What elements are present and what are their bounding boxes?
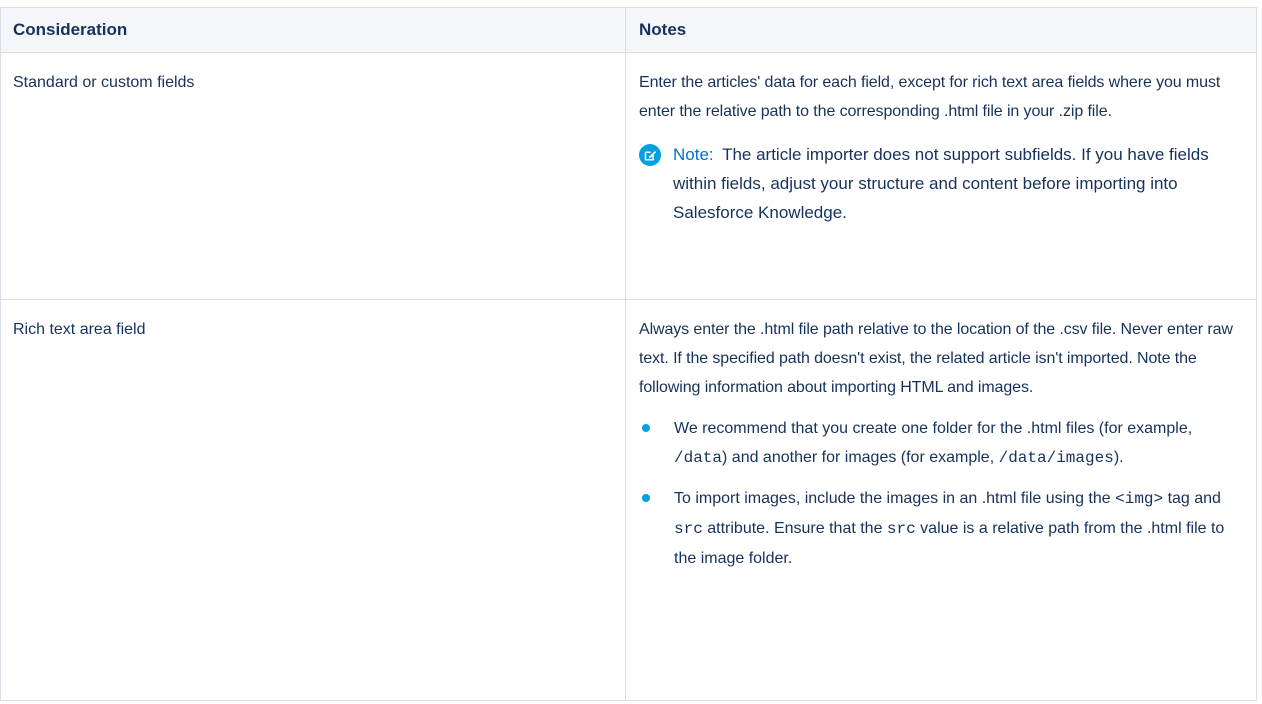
bullet-text-part: To import images, include the images in … bbox=[674, 490, 1116, 507]
table-row: Rich text area field Always enter the .h… bbox=[0, 299, 1257, 701]
code-src-attribute: src bbox=[674, 520, 703, 538]
note-edit-icon bbox=[639, 144, 661, 166]
header-notes: Notes bbox=[625, 7, 1257, 53]
code-img-tag: <img> bbox=[1115, 490, 1164, 508]
consideration-cell: Standard or custom fields bbox=[0, 52, 626, 300]
bullet-text-part: ). bbox=[1113, 449, 1124, 466]
code-src-value: src bbox=[886, 520, 916, 538]
table-row: Standard or custom fields Enter the arti… bbox=[0, 52, 1257, 300]
notes-paragraph: Enter the articles' data for each field,… bbox=[639, 74, 1221, 120]
notes-cell: Enter the articles' data for each field,… bbox=[625, 52, 1257, 300]
bullet-text-part: We recommend that you create one folder … bbox=[674, 420, 1193, 437]
bullet-icon bbox=[642, 424, 650, 432]
code-path-images: /data/images bbox=[998, 449, 1114, 467]
bullet-text: We recommend that you create one folder … bbox=[674, 414, 1246, 473]
note-callout: Note: The article importer does not supp… bbox=[639, 140, 1246, 227]
notes-cell: Always enter the .html file path relativ… bbox=[625, 299, 1257, 701]
table-header-row: Consideration Notes bbox=[0, 7, 1257, 53]
bullet-text-part: tag and bbox=[1163, 490, 1221, 507]
note-label: Note: bbox=[673, 145, 714, 164]
code-path-data: /data bbox=[674, 449, 723, 467]
list-item: To import images, include the images in … bbox=[639, 484, 1246, 573]
consideration-cell: Rich text area field bbox=[0, 299, 626, 701]
notes-paragraph: Always enter the .html file path relativ… bbox=[639, 321, 1233, 396]
list-item: We recommend that you create one folder … bbox=[639, 414, 1246, 473]
bullet-text-part: attribute. Ensure that the bbox=[702, 520, 887, 537]
considerations-table: Consideration Notes Standard or custom f… bbox=[0, 7, 1257, 701]
header-consideration: Consideration bbox=[0, 7, 626, 53]
note-text: Note: The article importer does not supp… bbox=[673, 140, 1246, 227]
note-body: The article importer does not support su… bbox=[673, 145, 1209, 222]
bullet-text: To import images, include the images in … bbox=[674, 484, 1246, 573]
bullet-list: We recommend that you create one folder … bbox=[639, 414, 1246, 573]
bullet-text-part: ) and another for images (for example, bbox=[722, 449, 999, 466]
bullet-icon bbox=[642, 494, 650, 502]
